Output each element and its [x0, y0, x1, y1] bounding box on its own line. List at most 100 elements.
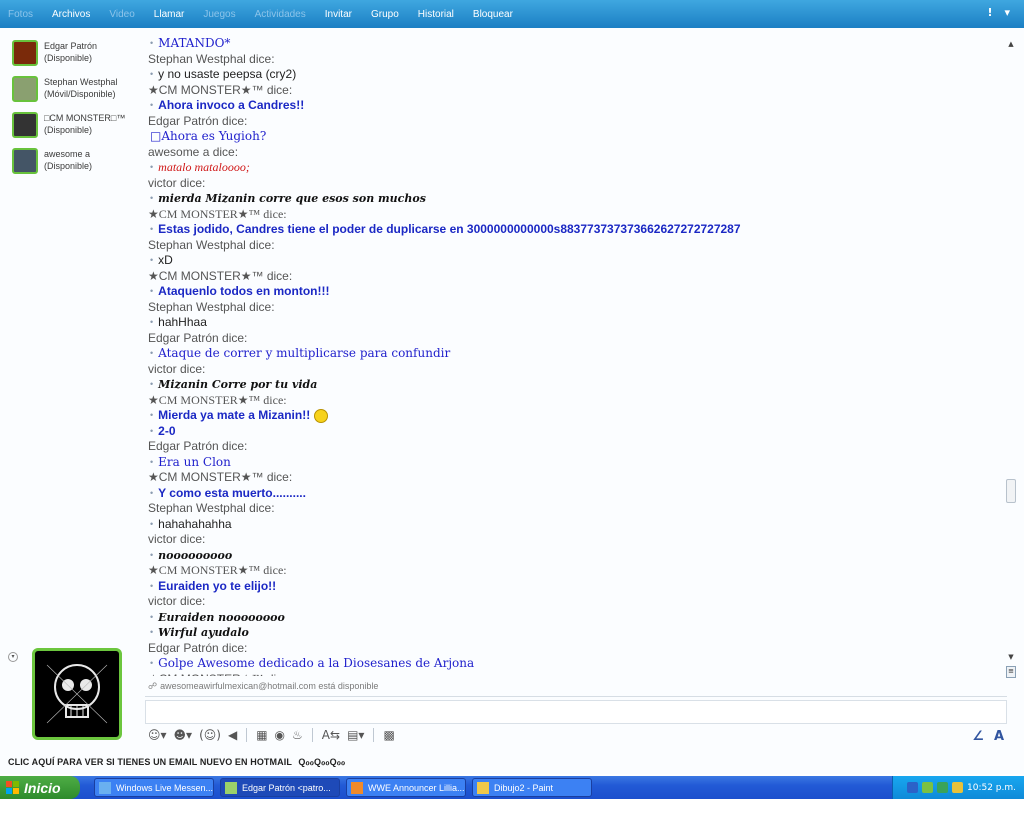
bullet-icon: • — [150, 518, 154, 529]
message-line: • nooooooooo — [145, 548, 1005, 564]
collapse-icon[interactable]: ▾ — [8, 652, 18, 662]
message-text: Euraiden yo te elijo!! — [158, 578, 277, 593]
menu-item-video: Video — [109, 8, 135, 20]
person-avatar[interactable] — [12, 76, 38, 102]
hotmail-banner[interactable]: CLIC AQUÍ PARA VER SI TIENES UN EMAIL NU… — [8, 757, 345, 768]
emoticon-icon[interactable]: ☺▾ — [148, 728, 167, 742]
bullet-icon: • — [150, 162, 154, 173]
scroll-thumb[interactable] — [1006, 479, 1016, 503]
bullet-icon: • — [150, 100, 154, 111]
speaker-line: Stephan Westphal dice: — [148, 299, 275, 314]
bullet-icon: • — [150, 317, 154, 328]
task-label: Windows Live Messen... — [116, 782, 214, 793]
menu-item-archivos[interactable]: Archivos — [52, 9, 90, 20]
message-line: • xD — [145, 253, 1005, 269]
speaker-line: Edgar Patrón dice: — [148, 439, 248, 453]
message-text: MATANDO* — [158, 36, 231, 50]
task-label: Dibujo2 - Paint — [494, 782, 554, 793]
taskbar-button[interactable]: Windows Live Messen... — [94, 778, 214, 797]
options-dropdown-icon[interactable]: ▾ — [1004, 6, 1010, 19]
start-label: Inicio — [24, 779, 61, 796]
wink-icon[interactable]: ☻▾ — [174, 728, 193, 742]
hotmail-link[interactable]: CLIC AQUÍ PARA VER SI TIENES UN EMAIL NU… — [8, 757, 292, 767]
chat-window: Edgar Patrón (Disponible) Stephan Westphal… — [0, 28, 1024, 774]
message-text: Ataquenlo todos en monton!!! — [158, 284, 330, 298]
message-line: • matalo mataloooo; — [145, 160, 1005, 176]
messenger-icon[interactable] — [937, 782, 948, 793]
bullet-icon: • — [150, 487, 154, 498]
message-text: Estas jodido, Candres tiene el poder de … — [158, 222, 741, 236]
wrestler-avatar[interactable] — [12, 112, 38, 138]
network-icon[interactable] — [922, 782, 933, 793]
message-text: Y como esta muerto.......... — [158, 485, 306, 500]
search-icon[interactable]: ♨ — [292, 728, 303, 742]
message-text: matalo mataloooo; — [158, 160, 250, 174]
font-icon[interactable]: A — [994, 729, 1004, 744]
speaker-line: Stephan Westphal dice: — [148, 501, 275, 515]
message-line: • Euraiden yo te elijo!! — [145, 579, 1005, 595]
scroll-down-icon[interactable]: ▼ — [1006, 653, 1016, 663]
speaker-line: ★CM MONSTER★™ dice: — [148, 470, 293, 484]
scroll-end-icon[interactable]: ≡ — [1006, 666, 1016, 678]
participant-list: Edgar Patrón (Disponible) Stephan Westphal… — [8, 40, 143, 184]
bullet-icon: • — [150, 425, 154, 436]
menu-item-historial[interactable]: Historial — [418, 9, 454, 20]
participant-item[interactable]: Edgar Patrón (Disponible) — [8, 40, 143, 76]
menu-bar: Fotos Archivos Video Llamar Juegos Actividade… — [0, 0, 1024, 28]
speaker-line: ★CM MONSTER★™ dice: — [148, 82, 293, 97]
menu-item-invitar[interactable]: Invitar — [325, 9, 352, 20]
tray-arrow-icon[interactable] — [907, 782, 918, 793]
victor-skull-icon — [41, 657, 113, 731]
games-icon[interactable]: ◉ — [275, 728, 285, 742]
message-line: □Ahora es Yugioh? — [145, 129, 1005, 145]
voice-clip-icon[interactable]: ◀ — [228, 728, 237, 742]
message-line: • Ataquenlo todos en monton!!! — [145, 284, 1005, 300]
message-line: • Golpe Awesome dedicado a la Diosesanes … — [145, 656, 1005, 672]
start-button[interactable]: Inicio — [0, 776, 80, 799]
scroll-up-icon[interactable]: ▲ — [1006, 40, 1016, 50]
message-line: • y no usaste peepsa (cry2) — [145, 67, 1005, 83]
volume-icon[interactable] — [952, 782, 963, 793]
message-text: nooooooooo — [158, 548, 233, 562]
menu-item-grupo[interactable]: Grupo — [371, 9, 399, 20]
message-text: mierda Mizanin corre que esos son muchos — [158, 192, 426, 205]
task-app-icon — [99, 781, 111, 794]
taskbar-button[interactable]: Edgar Patrón <patro... — [220, 778, 340, 797]
message-line: • hahahahahha — [145, 517, 1005, 533]
participant-name: Stephan Westphal — [44, 77, 118, 87]
alert-icon[interactable]: ! — [987, 6, 992, 19]
my-display-picture[interactable] — [32, 648, 122, 740]
speaker-line: victor dice: — [148, 532, 206, 546]
speaker-line: awesome a dice: — [148, 144, 239, 159]
message-line: • Euraiden noooooooo — [145, 610, 1005, 626]
speaker-line: Edgar Patrón dice: — [148, 113, 248, 128]
taskbar-button[interactable]: WWE Announcer Lillia... — [346, 778, 466, 797]
ring-avatar[interactable] — [12, 148, 38, 174]
speaker-line: victor dice: — [148, 175, 206, 190]
menu-item-bloquear[interactable]: Bloquear — [473, 9, 513, 20]
menu-item-llamar[interactable]: Llamar — [154, 9, 185, 20]
bullet-icon: • — [150, 580, 154, 591]
message-input[interactable] — [145, 700, 1007, 724]
handwriting-icon[interactable]: ∠ — [972, 729, 984, 744]
activities-icon[interactable]: ▩ — [383, 728, 394, 742]
bullet-icon: • — [150, 611, 154, 622]
participant-name: awesome a — [44, 149, 91, 159]
conversation-scrollbar[interactable]: ▲ ▼ ≡ — [1006, 36, 1016, 678]
backgrounds-icon[interactable]: ▦ — [256, 728, 267, 742]
message-line: • mierda Mizanin corre que esos son mucho… — [145, 191, 1005, 207]
taskbar-button[interactable]: Dibujo2 - Paint — [472, 778, 592, 797]
send-file-icon[interactable]: ▤▾ — [347, 728, 364, 742]
nudge-icon[interactable]: (☺) — [199, 728, 221, 742]
bullet-icon: • — [150, 410, 154, 421]
participant-item[interactable]: Stephan Westphal (Móvil/Disponible) — [8, 76, 143, 112]
bullet-icon: • — [150, 286, 154, 297]
participant-item[interactable]: awesome a (Disponible) — [8, 148, 143, 184]
speaker-line: Stephan Westphal dice: — [148, 237, 275, 252]
bullet-icon: • — [150, 255, 154, 266]
participant-item[interactable]: □CM MONSTER□™ (Disponible) — [8, 112, 143, 148]
status-notice: ☍ awesomeawirfulmexican@hotmail.com está … — [148, 681, 378, 692]
translate-icon[interactable]: A⇆ — [322, 728, 340, 742]
fire-avatar[interactable] — [12, 40, 38, 66]
message-text: Mizanin Corre por tu vida — [158, 378, 318, 391]
